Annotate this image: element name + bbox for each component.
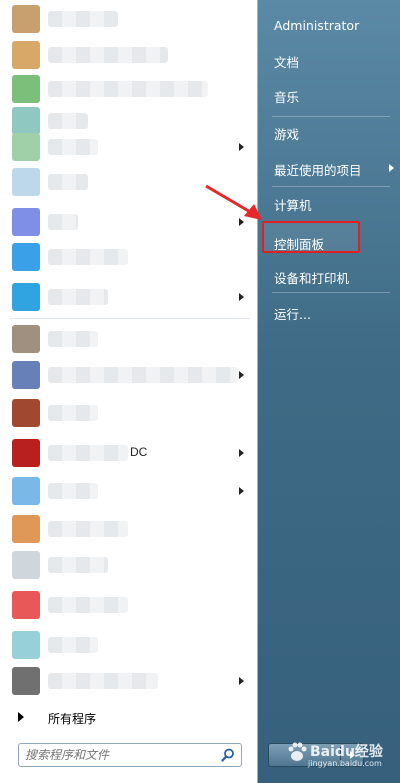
program-name-blurred <box>48 47 168 63</box>
program-icon <box>12 631 40 659</box>
program-item[interactable] <box>0 38 256 72</box>
places-separator <box>272 292 390 293</box>
program-name-blurred <box>48 637 98 653</box>
program-item[interactable] <box>0 664 256 698</box>
program-icon <box>12 667 40 695</box>
places-separator <box>272 186 390 187</box>
program-name-blurred <box>48 521 128 537</box>
program-item[interactable] <box>0 322 256 356</box>
program-item[interactable] <box>0 240 256 274</box>
submenu-arrow-icon[interactable] <box>239 293 244 301</box>
submenu-arrow-icon[interactable] <box>239 371 244 379</box>
games-item-label: 游戏 <box>274 127 300 142</box>
programs-separator <box>10 318 250 319</box>
devices-printers-item[interactable]: 设备和打印机 <box>262 262 396 290</box>
watermark-url: jingyan.baidu.com <box>308 759 382 768</box>
program-icon <box>12 399 40 427</box>
program-icon <box>12 133 40 161</box>
watermark-text: Baidu经验 <box>310 744 383 760</box>
program-name-blurred <box>48 557 108 573</box>
program-icon <box>12 325 40 353</box>
submenu-arrow-icon[interactable] <box>239 487 244 495</box>
program-icon <box>12 41 40 69</box>
program-name-blurred <box>48 405 98 421</box>
program-name-blurred <box>48 331 98 347</box>
all-programs-button[interactable]: 所有程序 <box>0 704 256 730</box>
program-item[interactable] <box>0 474 256 508</box>
program-icon <box>12 168 40 196</box>
user-name[interactable]: Administrator <box>262 12 396 40</box>
program-name-blurred <box>48 249 128 265</box>
documents-item-label: 文档 <box>274 55 300 70</box>
program-item[interactable] <box>0 396 256 430</box>
program-name-blurred <box>48 139 98 155</box>
submenu-arrow-icon[interactable] <box>239 143 244 151</box>
places-separator <box>272 116 390 117</box>
computer-item[interactable]: 计算机 <box>262 189 396 217</box>
program-icon <box>12 243 40 271</box>
program-name-blurred <box>48 289 108 305</box>
devices-printers-item-label: 设备和打印机 <box>274 271 350 286</box>
games-item[interactable]: 游戏 <box>262 118 396 146</box>
program-icon <box>12 477 40 505</box>
program-icon <box>12 591 40 619</box>
program-icon <box>12 283 40 311</box>
program-name-blurred <box>48 11 118 27</box>
submenu-arrow-icon[interactable] <box>389 164 394 172</box>
recent-items-item-label: 最近使用的项目 <box>274 163 362 178</box>
search-input[interactable] <box>25 746 205 764</box>
program-name-blurred <box>48 174 88 190</box>
program-item[interactable]: DC <box>0 436 256 470</box>
run-item-label: 运行... <box>274 307 311 322</box>
programs-pane: DC 所有程序 <box>0 0 258 783</box>
all-programs-label: 所有程序 <box>48 712 97 726</box>
program-item[interactable] <box>0 2 256 36</box>
program-icon <box>12 361 40 389</box>
program-name-blurred <box>48 113 88 129</box>
program-item[interactable] <box>0 72 256 106</box>
documents-item[interactable]: 文档 <box>262 46 396 74</box>
user-name-label: Administrator <box>274 18 360 33</box>
program-name-blurred <box>48 81 208 97</box>
music-item[interactable]: 音乐 <box>262 81 396 109</box>
program-icon <box>12 551 40 579</box>
program-icon <box>12 439 40 467</box>
search-box[interactable] <box>18 743 242 767</box>
places-pane: Administrator 文档 音乐 游戏 最近使用的项目 计算机 控制面板 设备和打印机运… <box>258 0 400 783</box>
program-name-blurred <box>48 673 158 689</box>
control-panel-highlight-box <box>262 221 360 253</box>
submenu-arrow-icon[interactable] <box>239 449 244 457</box>
all-programs-arrow-icon <box>18 712 24 722</box>
program-item[interactable] <box>0 130 256 164</box>
submenu-arrow-icon[interactable] <box>239 677 244 685</box>
program-icon <box>12 5 40 33</box>
program-label: DC <box>130 445 148 459</box>
program-item[interactable] <box>0 548 256 582</box>
search-icon[interactable] <box>221 748 235 762</box>
computer-item-label: 计算机 <box>274 198 312 213</box>
program-name-blurred <box>48 214 78 230</box>
program-name-blurred <box>48 445 128 461</box>
program-item[interactable] <box>0 358 256 392</box>
program-name-blurred <box>48 597 128 613</box>
program-name-blurred <box>48 483 98 499</box>
run-item[interactable]: 运行... <box>262 298 396 326</box>
baidu-paw-icon <box>288 742 307 761</box>
program-icon <box>12 515 40 543</box>
program-item[interactable] <box>0 628 256 662</box>
program-item[interactable] <box>0 512 256 546</box>
program-icon <box>12 208 40 236</box>
program-name-blurred <box>48 367 238 383</box>
red-pointer-arrow-icon <box>205 184 262 220</box>
program-icon <box>12 75 40 103</box>
baidu-watermark: Baidu经验 jingyan.baidu.com <box>282 735 392 775</box>
recent-items-item[interactable]: 最近使用的项目 <box>262 154 396 182</box>
program-item[interactable] <box>0 280 256 314</box>
program-item[interactable] <box>0 588 256 622</box>
music-item-label: 音乐 <box>274 90 300 105</box>
